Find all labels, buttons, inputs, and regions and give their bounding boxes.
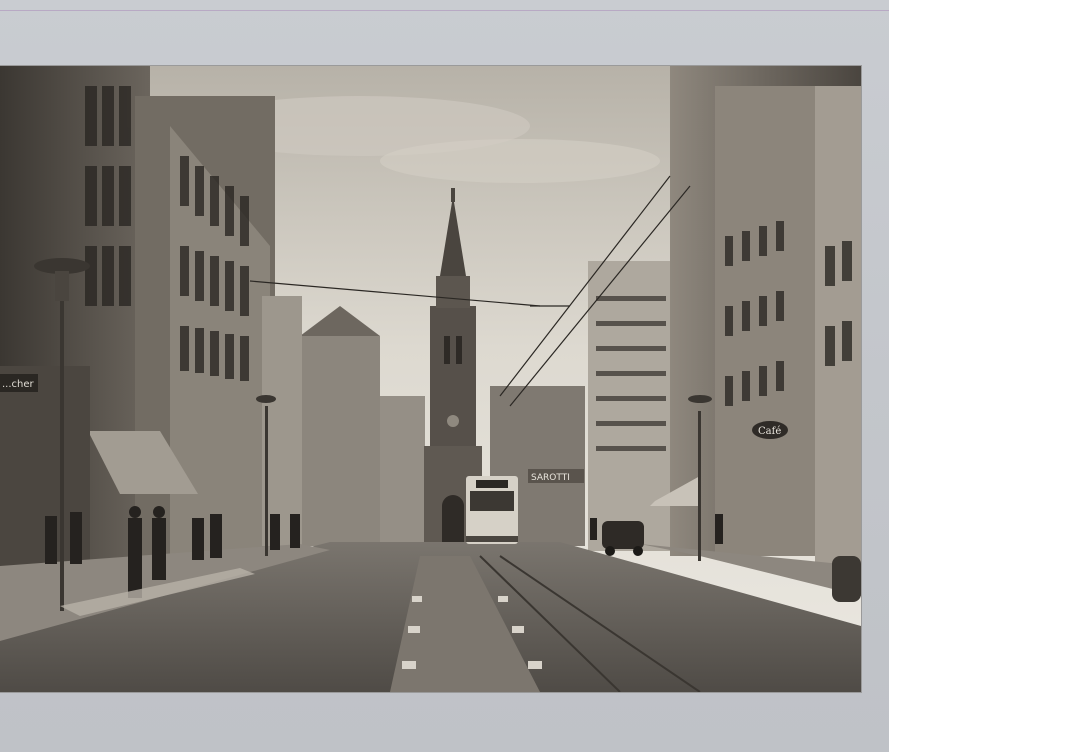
- street-scene: ...cher Café SAROTTI: [0, 66, 861, 692]
- sarotti-sign: SAROTTI: [531, 473, 570, 483]
- shop-sign-left: ...cher: [2, 379, 35, 390]
- left-buildings: ...cher: [0, 66, 302, 566]
- street-photo-postcard: ...cher Café SAROTTI: [0, 66, 861, 692]
- distant-building: [380, 396, 425, 546]
- distant-building: [300, 336, 380, 546]
- car-right-edge: [832, 556, 861, 602]
- cafe-sign: Café: [758, 426, 781, 437]
- tram: [466, 476, 518, 544]
- cloud: [380, 139, 660, 183]
- scanner-edge-line: [0, 10, 889, 11]
